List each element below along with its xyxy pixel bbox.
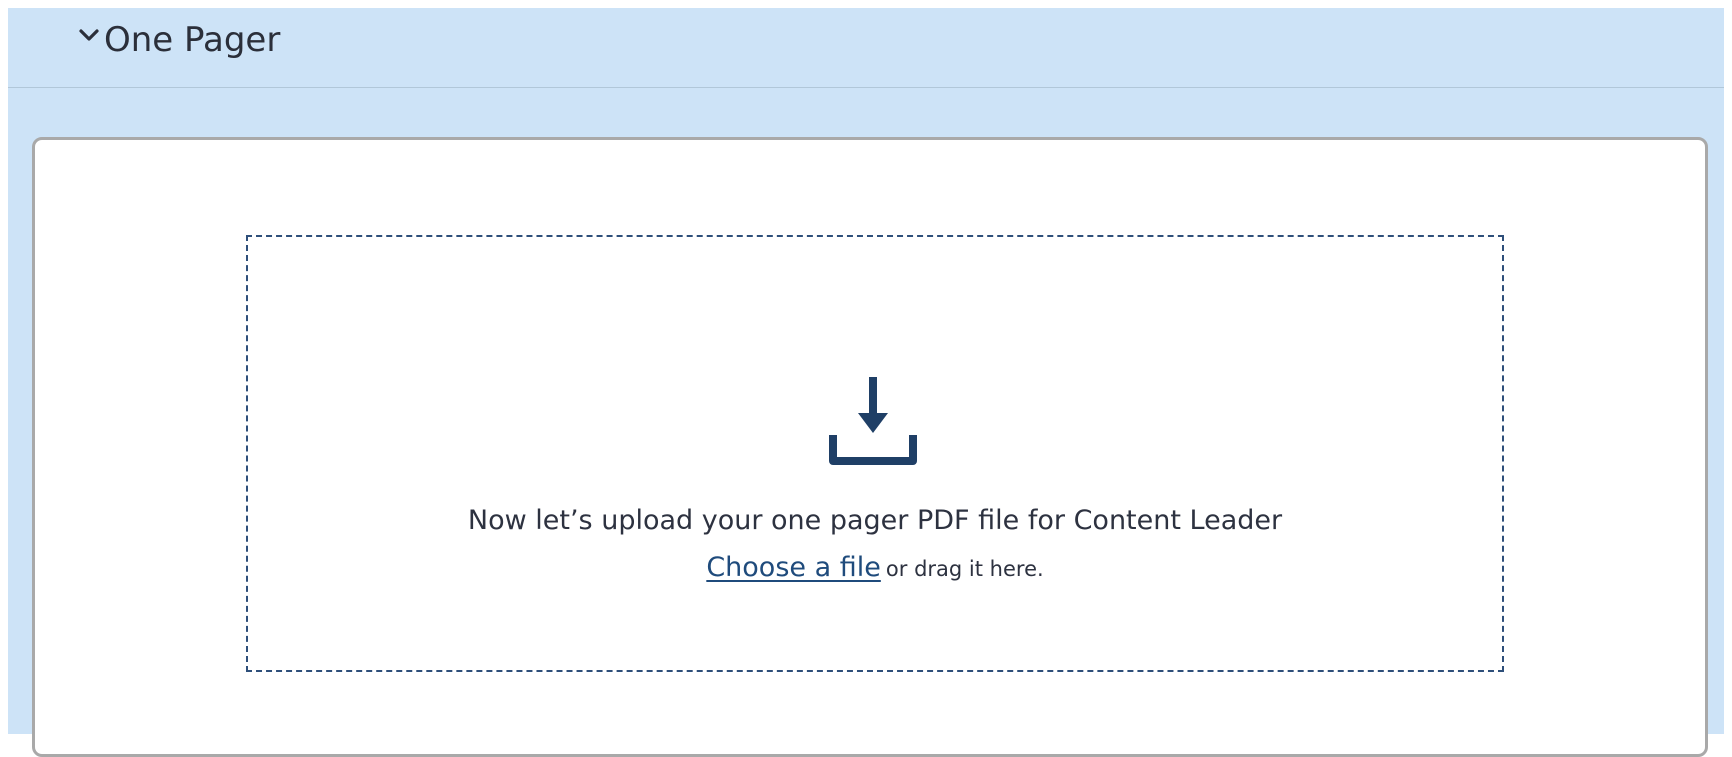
upload-prompt: Now let’s upload your one pager PDF file… (467, 505, 1283, 536)
upload-card: Now let’s upload your one pager PDF file… (32, 137, 1708, 757)
download-tray-icon (829, 377, 917, 465)
drag-hint-text: or drag it here. (885, 557, 1044, 581)
chevron-down-icon (79, 29, 99, 41)
choose-file-link[interactable]: Choose a file (706, 552, 881, 583)
file-dropzone[interactable]: Now let’s upload your one pager PDF file… (246, 235, 1504, 672)
upload-action-line: Choose a file or drag it here. (248, 552, 1502, 583)
one-pager-section: One Pager Now let’s upload your one page… (8, 8, 1724, 757)
section-header-toggle[interactable]: One Pager (8, 8, 1724, 88)
section-title: One Pager (104, 20, 281, 60)
